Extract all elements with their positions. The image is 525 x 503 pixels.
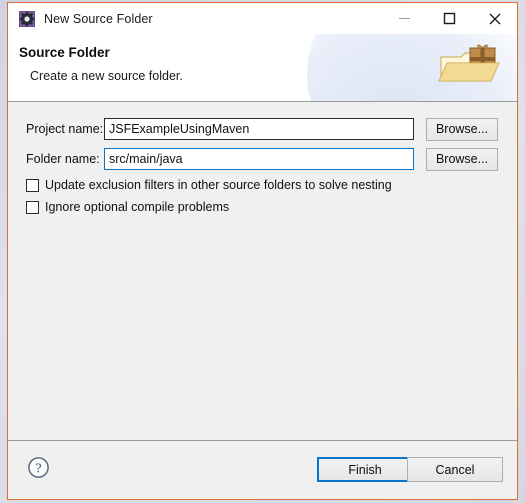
- update-exclusion-filters-checkbox[interactable]: [26, 178, 39, 192]
- eclipse-gear-icon: [19, 10, 35, 27]
- cancel-button[interactable]: Cancel: [407, 457, 503, 482]
- header-title: Source Folder: [19, 45, 110, 60]
- minimize-button[interactable]: [382, 3, 427, 34]
- svg-text:?: ?: [35, 461, 41, 476]
- project-browse-button[interactable]: Browse...: [426, 117, 498, 141]
- project-name-row: Project name: Browse...: [8, 117, 517, 141]
- help-question-icon[interactable]: ?: [27, 456, 50, 479]
- folder-with-gift-icon: [437, 41, 503, 97]
- title-bar[interactable]: New Source Folder: [8, 3, 517, 34]
- ignore-compile-problems-label: Ignore optional compile problems: [45, 200, 230, 214]
- project-name-input[interactable]: [104, 118, 414, 140]
- folder-name-label: Folder name:: [26, 152, 100, 166]
- close-button[interactable]: [472, 3, 517, 34]
- ignore-compile-problems-checkbox[interactable]: [26, 200, 39, 214]
- window-controls: [382, 3, 517, 34]
- dialog-header: Source Folder Create a new source folder…: [8, 34, 517, 102]
- header-subtitle: Create a new source folder.: [30, 69, 183, 83]
- folder-name-input[interactable]: [104, 148, 414, 170]
- dialog-content: Project name: Browse... Folder name: Bro…: [8, 102, 517, 440]
- update-exclusion-filters-label: Update exclusion filters in other source…: [45, 178, 392, 192]
- desktop-backdrop: New Source Folder Source Folder Create a…: [0, 0, 525, 503]
- window-title: New Source Folder: [44, 11, 153, 26]
- new-source-folder-dialog: New Source Folder Source Folder Create a…: [7, 2, 518, 500]
- project-name-label: Project name:: [26, 122, 104, 136]
- update-exclusion-filters-checkbox-row[interactable]: Update exclusion filters in other source…: [26, 178, 392, 192]
- dialog-button-bar: ? Finish Cancel: [8, 440, 517, 499]
- ignore-compile-problems-checkbox-row[interactable]: Ignore optional compile problems: [26, 200, 229, 214]
- folder-browse-button[interactable]: Browse...: [426, 147, 498, 171]
- finish-button[interactable]: Finish: [317, 457, 413, 482]
- maximize-button[interactable]: [427, 3, 472, 34]
- folder-name-row: Folder name: Browse...: [8, 147, 517, 171]
